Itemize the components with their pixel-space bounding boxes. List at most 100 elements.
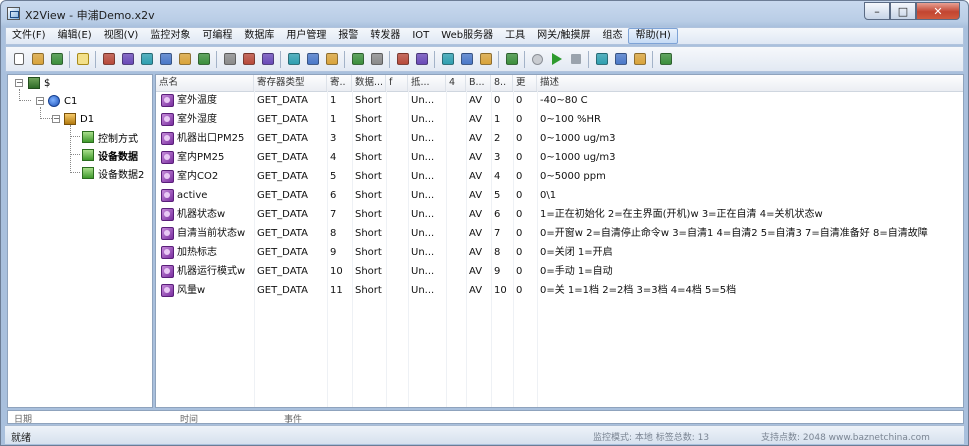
timer-button[interactable] [323, 51, 340, 68]
menu-configuration[interactable]: 组态 [596, 28, 628, 44]
event-log-panel[interactable]: 日期 时间 事件 [7, 410, 964, 424]
iot-icon [441, 53, 454, 65]
network-button[interactable] [458, 51, 475, 68]
maximize-button[interactable]: □ [890, 2, 916, 20]
timer-icon [325, 53, 338, 65]
cell-point-name: 室外温度 [177, 95, 217, 106]
cell-register: 4 [330, 152, 337, 163]
print-button[interactable] [612, 51, 629, 68]
web-button[interactable] [477, 51, 494, 68]
device-button[interactable] [100, 51, 117, 68]
copy-doc-button[interactable] [240, 51, 257, 68]
table-row[interactable]: active GET_DATA 6 Short Un... AV 5 0 0\1 [156, 186, 963, 205]
menu-web-server[interactable]: Web服务器 [435, 28, 499, 44]
align-button[interactable] [285, 51, 302, 68]
cell-data-type: Short [355, 247, 382, 258]
tree-node-control-mode[interactable]: 控制方式 [82, 130, 138, 145]
column-header-data-type[interactable]: 数据... [352, 75, 386, 91]
menu-file[interactable]: 文件(F) [6, 28, 52, 44]
menu-alarm[interactable]: 报警 [332, 28, 364, 44]
device-add-button[interactable] [119, 51, 136, 68]
tree-node-c1[interactable]: C1 [48, 94, 77, 108]
table-row[interactable]: 室外湿度 GET_DATA 1 Short Un... AV 1 0 0~100 %HR [156, 110, 963, 129]
table-row[interactable]: 机器出口PM25 GET_DATA 3 Short Un... AV 2 0 0~1000 ug… [156, 129, 963, 148]
record-button[interactable] [529, 51, 546, 68]
table-row[interactable]: 风量w GET_DATA 11 Short Un... AV 10 0 0=关 1=1档 2=2… [156, 281, 963, 300]
play-button[interactable] [548, 51, 565, 68]
transfer-button[interactable] [368, 51, 385, 68]
column-header-b[interactable]: B... [466, 75, 491, 91]
table-row[interactable]: 室内PM25 GET_DATA 4 Short Un... AV 3 0 0~1000 ug/m… [156, 148, 963, 167]
column-header-name[interactable]: 点名 [156, 75, 254, 91]
new-file-button[interactable] [10, 51, 27, 68]
cell-register: 8 [330, 228, 337, 239]
column-header-conversion[interactable]: 抵... [408, 75, 446, 91]
cell-data-type: Short [355, 190, 382, 201]
title-bar[interactable]: X2View - 申浦Demo.x2v – □ ✕ [1, 1, 968, 27]
column-header-4[interactable]: 4 [446, 75, 466, 91]
table-row[interactable]: 自清当前状态w GET_DATA 8 Short Un... AV 7 0 0=开窗w 2=自清… [156, 224, 963, 243]
copy-button[interactable] [157, 51, 174, 68]
cell-update: 0 [516, 228, 523, 239]
transfer-icon [370, 53, 383, 65]
column-header-description[interactable]: 描述 [537, 75, 963, 91]
tree-collapse-icon[interactable]: − [15, 79, 23, 87]
toolbar-separator [216, 50, 217, 68]
table-row[interactable]: 加热标志 GET_DATA 9 Short Un... AV 8 0 0=关闭 1=开启 [156, 243, 963, 262]
network-icon [460, 53, 473, 65]
menu-edit[interactable]: 编辑(E) [52, 28, 98, 44]
tree-collapse-icon[interactable]: − [36, 97, 44, 105]
print-preview-button[interactable] [631, 51, 648, 68]
database-button[interactable] [176, 51, 193, 68]
table-button[interactable] [413, 51, 430, 68]
column-header-f[interactable]: f [386, 75, 408, 91]
point-tag-icon [161, 246, 174, 259]
menu-monitor-objects[interactable]: 监控对象 [144, 28, 196, 44]
data-group-icon [82, 167, 94, 179]
cell-data-type: Short [355, 171, 382, 182]
menu-user-management[interactable]: 用户管理 [280, 28, 332, 44]
tree-node-device-data[interactable]: 设备数据 [82, 148, 138, 163]
menu-view[interactable]: 视图(V) [98, 28, 145, 44]
menu-iot[interactable]: IOT [406, 28, 435, 44]
tree-collapse-icon[interactable]: − [52, 115, 60, 123]
menu-help[interactable]: 帮助(H) [628, 28, 678, 44]
column-header-register-type[interactable]: 寄存器类型 [254, 75, 327, 91]
tools-button[interactable] [593, 51, 610, 68]
grid-button[interactable] [304, 51, 321, 68]
tree-node-root[interactable]: $ [28, 76, 50, 90]
stop-button[interactable] [567, 51, 584, 68]
cut-button[interactable] [221, 51, 238, 68]
table-row[interactable]: 机器状态w GET_DATA 7 Short Un... AV 6 0 1=正在初始化 2=在主… [156, 205, 963, 224]
tree-node-d1[interactable]: D1 [64, 112, 94, 126]
menu-tools[interactable]: 工具 [499, 28, 531, 44]
column-header-8[interactable]: 8.. [491, 75, 513, 91]
column-header-update[interactable]: 更 [513, 75, 537, 91]
menu-forwarder[interactable]: 转发器 [364, 28, 406, 44]
menu-gateway[interactable]: 网关/触摸屏 [531, 28, 596, 44]
device-list-button[interactable] [138, 51, 155, 68]
users-button[interactable] [349, 51, 366, 68]
table-row[interactable]: 机器运行模式w GET_DATA 10 Short Un... AV 9 0 0=手动 1=自动 [156, 262, 963, 281]
iot-button[interactable] [439, 51, 456, 68]
tree-node-device-data-2[interactable]: 设备数据2 [82, 166, 144, 181]
paste-button[interactable] [259, 51, 276, 68]
minimize-button[interactable]: – [864, 2, 890, 20]
chart-button[interactable] [394, 51, 411, 68]
help-button[interactable] [74, 51, 91, 68]
table-row[interactable]: 室内CO2 GET_DATA 5 Short Un... AV 4 0 0~5000 ppm [156, 167, 963, 186]
cell-register: 1 [330, 114, 337, 125]
menu-programmable[interactable]: 可编程 [196, 28, 238, 44]
export-button[interactable] [195, 51, 212, 68]
close-button[interactable]: ✕ [916, 2, 960, 20]
server-button[interactable] [503, 51, 520, 68]
app-window: X2View - 申浦Demo.x2v – □ ✕ 文件(F) 编辑(E) 视图… [0, 0, 969, 446]
table-row[interactable]: 室外温度 GET_DATA 1 Short Un... AV 0 0 -40~80 C [156, 91, 963, 110]
open-folder-button[interactable] [29, 51, 46, 68]
column-header-register[interactable]: 寄.. [327, 75, 352, 91]
save-button[interactable] [48, 51, 65, 68]
cell-address: 3 [494, 152, 501, 163]
help-icon [76, 53, 89, 65]
menu-database[interactable]: 数据库 [238, 28, 280, 44]
monitor-button[interactable] [657, 51, 674, 68]
